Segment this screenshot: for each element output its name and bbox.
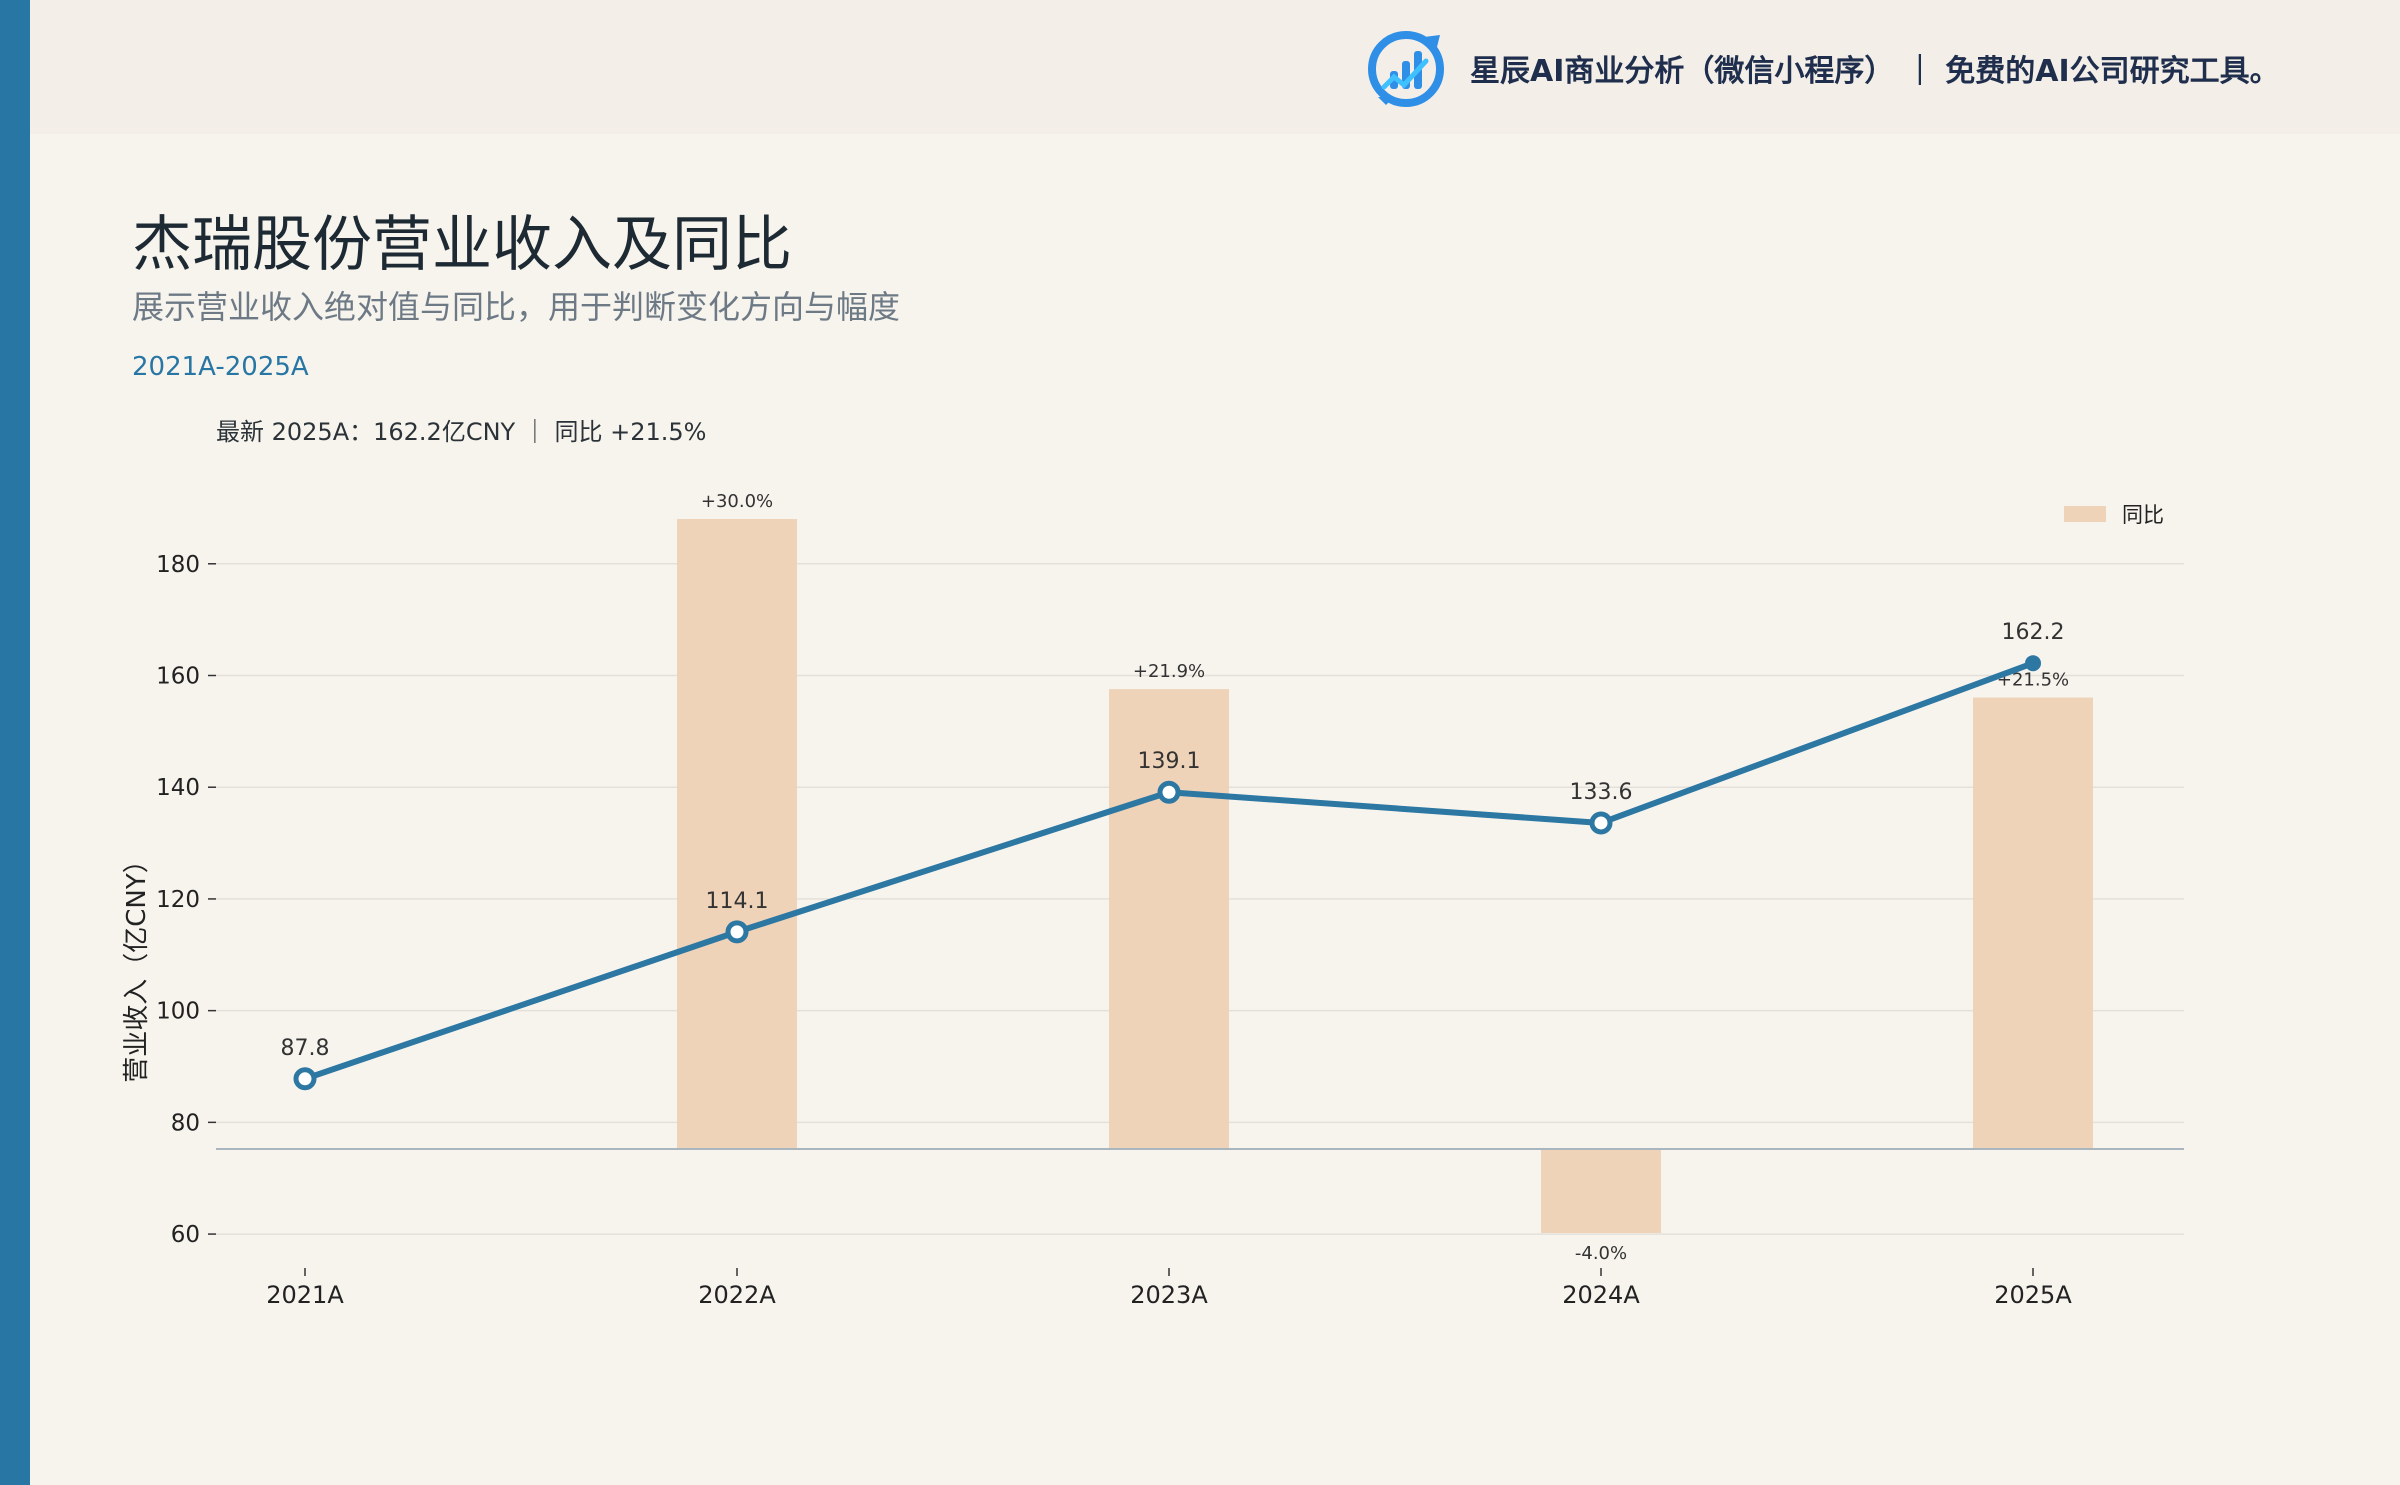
- revenue-value-label: 162.2: [2002, 620, 2065, 645]
- y-tick-label: 60: [171, 1222, 200, 1248]
- revenue-yoy-chart: 6080100120140160180+30.0%+21.9%-4.0%+21.…: [122, 491, 2184, 1309]
- revenue-point: [725, 920, 749, 944]
- revenue-point: [1589, 811, 1613, 835]
- yoy-bar: [1541, 1149, 1661, 1233]
- y-tick-label: 120: [156, 887, 200, 913]
- revenue-point: [2025, 655, 2041, 672]
- revenue-point: [293, 1067, 317, 1091]
- yoy-bar-label: +21.9%: [1133, 661, 1205, 682]
- legend-swatch-yoy: [2064, 506, 2106, 522]
- revenue-value-label: 87.8: [281, 1036, 330, 1061]
- revenue-value-label: 114.1: [706, 889, 769, 914]
- x-tick-label: 2025A: [1994, 1281, 2072, 1309]
- x-tick-label: 2024A: [1562, 1281, 1640, 1309]
- revenue-value-label: 139.1: [1138, 749, 1201, 774]
- y-tick-label: 100: [156, 999, 200, 1025]
- y-tick-label: 180: [156, 552, 200, 578]
- yoy-bar-label: +30.0%: [701, 491, 773, 512]
- revenue-value-label: 133.6: [1570, 780, 1633, 805]
- x-tick-label: 2021A: [266, 1281, 344, 1309]
- y-axis-label: 营业收入（亿CNY）: [122, 847, 152, 1083]
- y-tick-label: 80: [171, 1110, 200, 1136]
- revenue-point: [1157, 780, 1181, 804]
- y-tick-label: 140: [156, 775, 200, 801]
- y-tick-label: 160: [156, 664, 200, 690]
- x-tick-label: 2023A: [1130, 1281, 1208, 1309]
- legend-label-yoy: 同比: [2122, 503, 2164, 527]
- yoy-bar-label: -4.0%: [1575, 1243, 1627, 1264]
- x-tick-label: 2022A: [698, 1281, 776, 1309]
- yoy-bar: [677, 519, 797, 1149]
- yoy-bar: [1973, 697, 2093, 1149]
